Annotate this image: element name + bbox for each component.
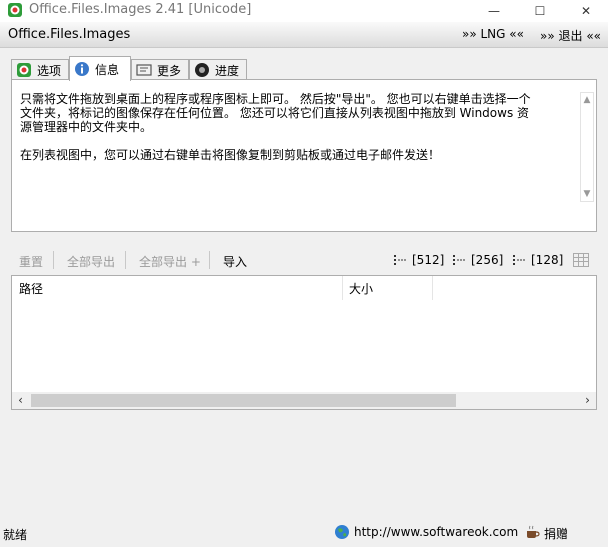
more-icon (136, 64, 152, 76)
tab-options-label: 选项 (37, 63, 62, 78)
info-panel: 只需将文件拖放到桌面上的程序或程序图标上即可。 然后按"导出"。 您也可以右键单… (11, 79, 597, 232)
language-menu[interactable]: »» LNG «« (462, 27, 524, 41)
export-all-button[interactable]: 全部导出 (67, 253, 115, 270)
size-256-button[interactable]: [256] (453, 253, 503, 267)
donate-link[interactable]: 捐赠 (544, 525, 568, 542)
toolbar-divider (125, 251, 126, 269)
menu-bar: Office.Files.Images »» LNG «« »» 退出 «« (0, 22, 608, 48)
info-scrollbar[interactable]: ▲ ▼ (580, 92, 594, 202)
tab-progress[interactable]: 进度 (189, 59, 247, 80)
info-paragraph-2: 在列表视图中，您可以通过右键单击将图像复制到剪贴板或通过电子邮件发送！ (20, 148, 441, 162)
close-icon: ✕ (580, 4, 592, 18)
column-header-path[interactable]: 路径 (19, 280, 43, 297)
scroll-right-icon[interactable]: › (579, 392, 596, 409)
thumbnail-size-icon (513, 255, 526, 265)
tab-progress-label: 进度 (215, 63, 240, 78)
size-512-label: [512] (412, 253, 445, 267)
window-title: Office.Files.Images 2.41 [Unicode] (29, 2, 252, 17)
scroll-left-icon[interactable]: ‹ (12, 392, 29, 409)
column-divider[interactable] (342, 276, 343, 300)
minimize-icon: — (488, 4, 500, 18)
status-text: 就绪 (3, 528, 28, 542)
import-button[interactable]: 导入 (223, 253, 247, 270)
scroll-up-icon[interactable]: ▲ (581, 93, 593, 107)
scrollbar-thumb[interactable] (31, 394, 456, 407)
column-header-size[interactable]: 大小 (349, 280, 373, 297)
progress-icon (195, 63, 209, 77)
coffee-cup-icon (527, 525, 540, 538)
globe-icon (335, 525, 349, 539)
exit-menu[interactable]: »» 退出 «« (540, 27, 601, 44)
app-icon (8, 3, 22, 17)
maximize-icon: ☐ (534, 4, 546, 18)
column-divider[interactable] (432, 276, 433, 300)
size-512-button[interactable]: [512] (394, 253, 444, 267)
tab-more-label: 更多 (157, 63, 182, 78)
toolbar: 重置 全部导出 全部导出 + 导入 [512] [256] [128] (11, 250, 597, 272)
reset-button[interactable]: 重置 (19, 253, 43, 270)
info-paragraph-1: 只需将文件拖放到桌面上的程序或程序图标上即可。 然后按"导出"。 您也可以右键单… (20, 92, 531, 134)
scroll-down-icon[interactable]: ▼ (581, 187, 593, 201)
minimize-button[interactable]: — (472, 0, 516, 22)
title-bar: Office.Files.Images 2.41 [Unicode] — ☐ ✕ (0, 0, 608, 22)
list-header: 路径 大小 (12, 276, 596, 300)
tab-info-label: 信息 (95, 62, 120, 77)
app-title: Office.Files.Images (8, 27, 131, 42)
website-link[interactable]: http://www.softwareok.com (354, 525, 518, 539)
tab-options[interactable]: 选项 (11, 59, 69, 80)
tab-more[interactable]: 更多 (131, 59, 189, 80)
tab-info[interactable]: 信息 (69, 56, 131, 81)
toolbar-divider (209, 251, 210, 269)
grid-view-icon[interactable] (573, 253, 589, 267)
horizontal-scrollbar[interactable]: ‹ › (12, 392, 596, 409)
maximize-button[interactable]: ☐ (518, 0, 562, 22)
status-bar: 就绪 http://www.softwareok.com 捐赠 (0, 520, 608, 547)
options-icon (17, 63, 31, 77)
info-icon (75, 62, 89, 76)
size-128-label: [128] (531, 253, 564, 267)
export-all-plus-button[interactable]: 全部导出 + (139, 253, 201, 270)
file-list-view[interactable]: 路径 大小 ‹ › (11, 275, 597, 410)
thumbnail-size-icon (453, 255, 466, 265)
toolbar-divider (53, 251, 54, 269)
close-button[interactable]: ✕ (564, 0, 608, 22)
info-text: 只需将文件拖放到桌面上的程序或程序图标上即可。 然后按"导出"。 您也可以右键单… (20, 92, 532, 176)
size-128-button[interactable]: [128] (513, 253, 563, 267)
thumbnail-size-icon (394, 255, 407, 265)
size-256-label: [256] (471, 253, 504, 267)
